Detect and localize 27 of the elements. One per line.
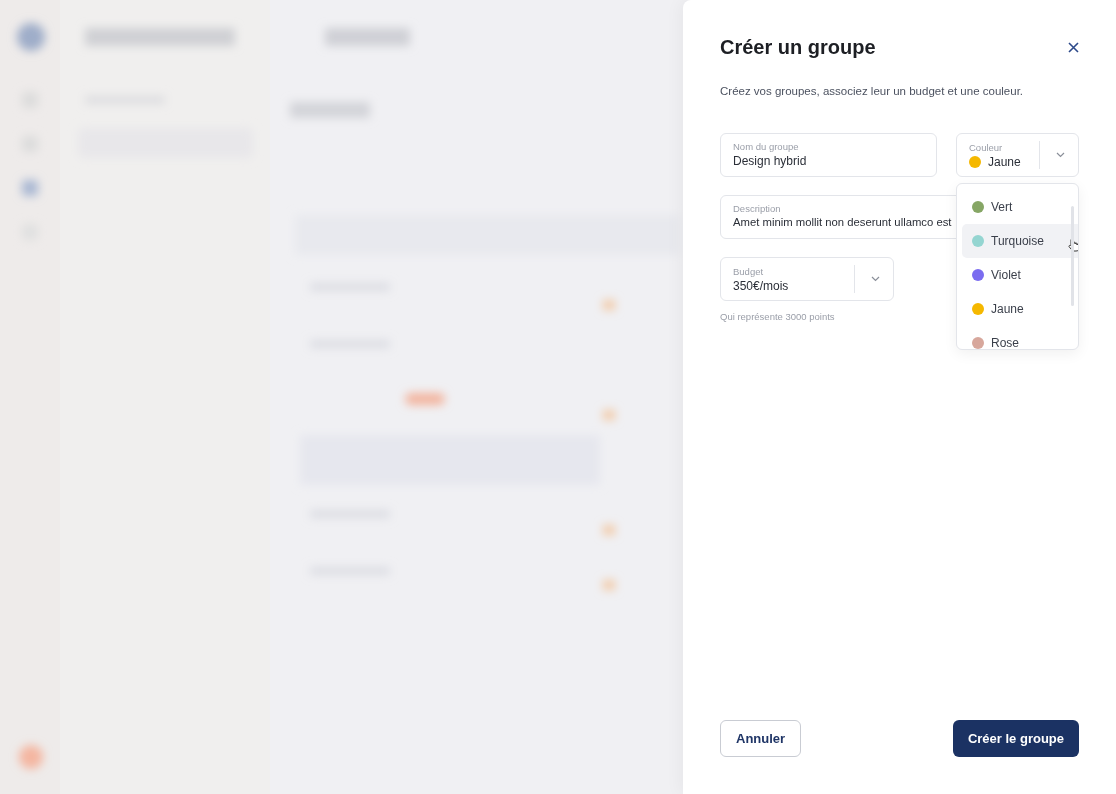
color-option[interactable]: Jaune	[962, 292, 1078, 326]
chevron-down-icon	[871, 276, 880, 282]
color-option[interactable]: Rose	[962, 326, 1078, 349]
create-button[interactable]: Créer le groupe	[952, 720, 1079, 757]
field-label: Description	[733, 203, 781, 214]
cancel-button[interactable]: Annuler	[720, 720, 802, 757]
chevron-down-icon	[1056, 152, 1065, 158]
option-label: Rose	[991, 336, 1019, 349]
field-value: 350€/mois	[733, 278, 789, 293]
color-select[interactable]: Couleur Jaune	[956, 133, 1079, 177]
color-option[interactable]: Turquoise	[962, 224, 1078, 258]
dialog-subtitle: Créez vos groupes, associez leur un budget et une couleur.	[720, 85, 1025, 97]
field-label: Couleur	[969, 141, 1003, 153]
dialog-title: Créer un groupe	[720, 36, 876, 59]
close-icon	[1068, 42, 1079, 53]
field-value: Jaune	[988, 154, 1021, 169]
field-label: Budget	[733, 265, 764, 277]
option-label: Vert	[991, 200, 1013, 214]
field-value: Design hybrid	[733, 154, 807, 168]
input-field[interactable]: Nom du groupe Design hybrid	[720, 133, 937, 177]
field-value: Amet minim mollit non deserunt ullamco est	[733, 216, 952, 228]
field-label: Nom du groupe	[733, 141, 799, 152]
field-hint: Qui représente 3000 points	[720, 311, 835, 322]
option-label: Jaune	[991, 302, 1024, 316]
budget-select[interactable]: Budget 350€/mois	[720, 257, 894, 301]
option-label: Violet	[991, 268, 1021, 282]
color-option[interactable]: Violet	[962, 258, 1078, 292]
